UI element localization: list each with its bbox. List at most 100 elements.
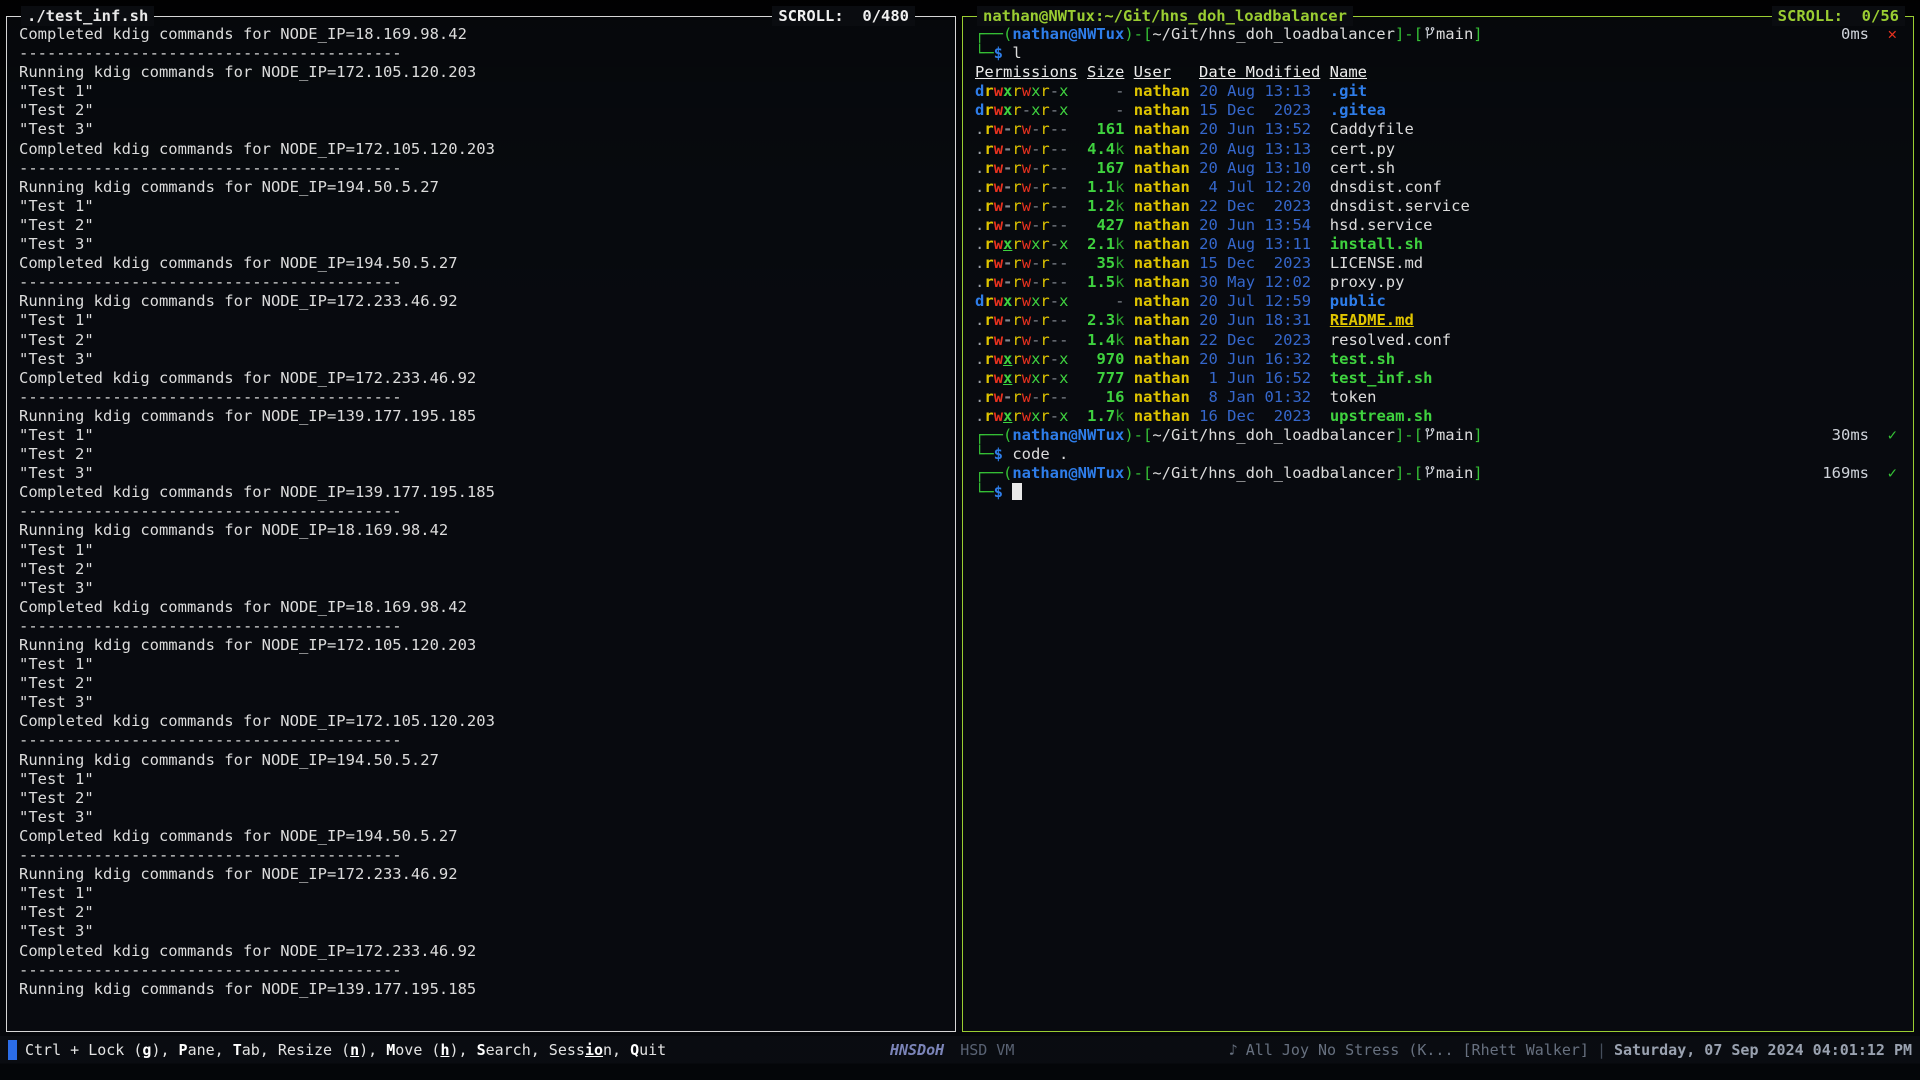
keybind-hints[interactable]: Ctrl + Lock (g), Pane, Tab, Resize (n), … (25, 1041, 666, 1059)
prompt-dollar: $ (994, 44, 1013, 62)
clock-label: Saturday, 07 Sep 2024 04:01:12 PM (1614, 1041, 1912, 1059)
keybind-hotkey[interactable]: S (477, 1041, 486, 1059)
gap (1190, 311, 1199, 329)
command-status: 0ms ✕ (1841, 25, 1897, 44)
gap (1320, 82, 1329, 100)
keybind-hotkey[interactable]: P (179, 1041, 188, 1059)
file-row[interactable]: .rw-rw-r-- 35k nathan 15 Dec 2023 LICENS… (975, 254, 1907, 273)
terminal-line-text: "Test 2" (19, 903, 94, 921)
gap (1124, 178, 1133, 196)
perm-char: w (994, 292, 1003, 310)
right-scroll-indicator: SCROLL: 0/56 (1772, 6, 1905, 26)
file-row[interactable]: .rwxrwxr-x 777 nathan 1 Jun 16:52 test_i… (975, 369, 1907, 388)
keybind-hotkey[interactable]: io (585, 1041, 603, 1059)
left-scroll-indicator: SCROLL: 0/480 (772, 6, 915, 26)
perm-char: r (984, 216, 993, 234)
perm-char: d (975, 82, 984, 100)
user-cell: nathan (1134, 120, 1190, 138)
perm-char: x (1031, 407, 1040, 425)
file-row[interactable]: .rw-rw-r-- 16 nathan 8 Jan 01:32 token (975, 388, 1907, 407)
file-row[interactable]: .rw-rw-r-- 2.3k nathan 20 Jun 18:31 READ… (975, 311, 1907, 330)
prompt-branch: main (1436, 25, 1473, 43)
size-cell: 777 (1087, 369, 1124, 387)
perm-char: - (1031, 216, 1040, 234)
prompt-frame: ┌──( (975, 464, 1012, 482)
file-row[interactable]: .rwxrwxr-x 1.7k nathan 16 Dec 2023 upstr… (975, 407, 1907, 426)
prompt-frame: ]-[ (1395, 426, 1423, 444)
perm-char: r (1040, 216, 1049, 234)
tmux-pane-left[interactable]: ./test_inf.sh SCROLL: 0/480 Completed kd… (6, 16, 956, 1032)
file-row[interactable]: drwxr-xr-x - nathan 15 Dec 2023 .gitea (975, 101, 1907, 120)
gap (1190, 331, 1199, 349)
tmux-pane-right[interactable]: nathan@NWTux:~/Git/hns_doh_loadbalancer … (962, 16, 1914, 1032)
date-cell: 22 Dec 2023 (1199, 331, 1320, 349)
perm-char: - (1031, 197, 1040, 215)
gap (1320, 159, 1329, 177)
keybind-hotkey[interactable]: T (233, 1041, 242, 1059)
terminal-line: ----------------------------------------… (19, 846, 949, 865)
window-name-tab[interactable]: HSD VM (960, 1041, 1014, 1059)
perm-char: - (1031, 388, 1040, 406)
perm-char: - (1031, 331, 1040, 349)
prompt-user-host: nathan@NWTux (1012, 464, 1124, 482)
terminal-line-text: "Test 3" (19, 464, 94, 482)
perm-char: w (1022, 216, 1031, 234)
terminal-line: ----------------------------------------… (19, 388, 949, 407)
gap (1068, 254, 1087, 272)
user-cell: nathan (1134, 292, 1190, 310)
gap (1190, 178, 1199, 196)
keybind-hotkey[interactable]: Q (630, 1041, 639, 1059)
gap (1190, 292, 1199, 310)
file-row[interactable]: .rw-rw-r-- 1.2k nathan 22 Dec 2023 dnsdi… (975, 197, 1907, 216)
file-row[interactable]: .rw-rw-r-- 427 nathan 20 Jun 13:54 hsd.s… (975, 216, 1907, 235)
file-row[interactable]: .rwxrwxr-x 970 nathan 20 Jun 16:32 test.… (975, 350, 1907, 369)
terminal-line-text: Completed kdig commands for NODE_IP=194.… (19, 254, 458, 272)
file-row[interactable]: .rw-rw-r-- 1.5k nathan 30 May 12:02 prox… (975, 273, 1907, 292)
date-cell: 4 Jul 12:20 (1199, 178, 1320, 196)
date-cell: 20 Aug 13:11 (1199, 235, 1320, 253)
command-duration: 169ms (1822, 464, 1887, 482)
terminal-line-text: "Test 3" (19, 922, 94, 940)
perm-char: w (994, 369, 1003, 387)
command-line: └─$ (975, 483, 1907, 502)
keybind-hotkey[interactable]: M (386, 1041, 395, 1059)
keybind-text: ove ( (395, 1041, 440, 1059)
file-row[interactable]: .rw-rw-r-- 161 nathan 20 Jun 13:52 Caddy… (975, 120, 1907, 139)
perm-char: - (1050, 331, 1059, 349)
git-branch-icon (1423, 25, 1436, 43)
perm-char: . (975, 254, 984, 272)
terminal-line-text: ----------------------------------------… (19, 388, 402, 406)
gap (1068, 197, 1087, 215)
gap (1124, 63, 1133, 81)
perm-char: r (1012, 407, 1021, 425)
perm-char: r (984, 254, 993, 272)
terminal-line: Running kdig commands for NODE_IP=172.10… (19, 636, 949, 655)
file-row[interactable]: .rw-rw-r-- 4.4k nathan 20 Aug 13:13 cert… (975, 140, 1907, 159)
file-row[interactable]: drwxrwxr-x - nathan 20 Aug 13:13 .git (975, 82, 1907, 101)
file-row[interactable]: .rw-rw-r-- 1.4k nathan 22 Dec 2023 resol… (975, 331, 1907, 350)
perm-char: x (1031, 82, 1040, 100)
terminal-line: "Test 1" (19, 197, 949, 216)
terminal-line-text: "Test 2" (19, 674, 94, 692)
perm-char: - (1003, 388, 1012, 406)
file-row[interactable]: .rw-rw-r-- 1.1k nathan 4 Jul 12:20 dnsdi… (975, 178, 1907, 197)
file-row[interactable]: .rw-rw-r-- 167 nathan 20 Aug 13:10 cert.… (975, 159, 1907, 178)
prompt-branch: main (1436, 464, 1473, 482)
terminal-line-text: "Test 2" (19, 331, 94, 349)
terminal-line-text: "Test 1" (19, 541, 94, 559)
file-row[interactable]: drwxrwxr-x - nathan 20 Jul 12:59 public (975, 292, 1907, 311)
perm-char: r (1040, 369, 1049, 387)
terminal-line: Completed kdig commands for NODE_IP=194.… (19, 254, 949, 273)
command-duration: 0ms (1841, 25, 1888, 43)
gap (1320, 101, 1329, 119)
perm-char: r (984, 101, 993, 119)
prompt-line: ┌──(nathan@NWTux)-[~/Git/hns_doh_loadbal… (975, 464, 1907, 483)
session-name-tab[interactable]: HNSDoH (890, 1041, 944, 1059)
terminal-line-text: Completed kdig commands for NODE_IP=172.… (19, 369, 476, 387)
perm-char: - (1031, 254, 1040, 272)
file-row[interactable]: .rwxrwxr-x 2.1k nathan 20 Aug 13:11 inst… (975, 235, 1907, 254)
prompt-frame: └─ (975, 445, 994, 463)
gap (1124, 82, 1133, 100)
file-name: .git (1330, 82, 1367, 100)
keybind-hotkey[interactable]: n (350, 1041, 359, 1059)
